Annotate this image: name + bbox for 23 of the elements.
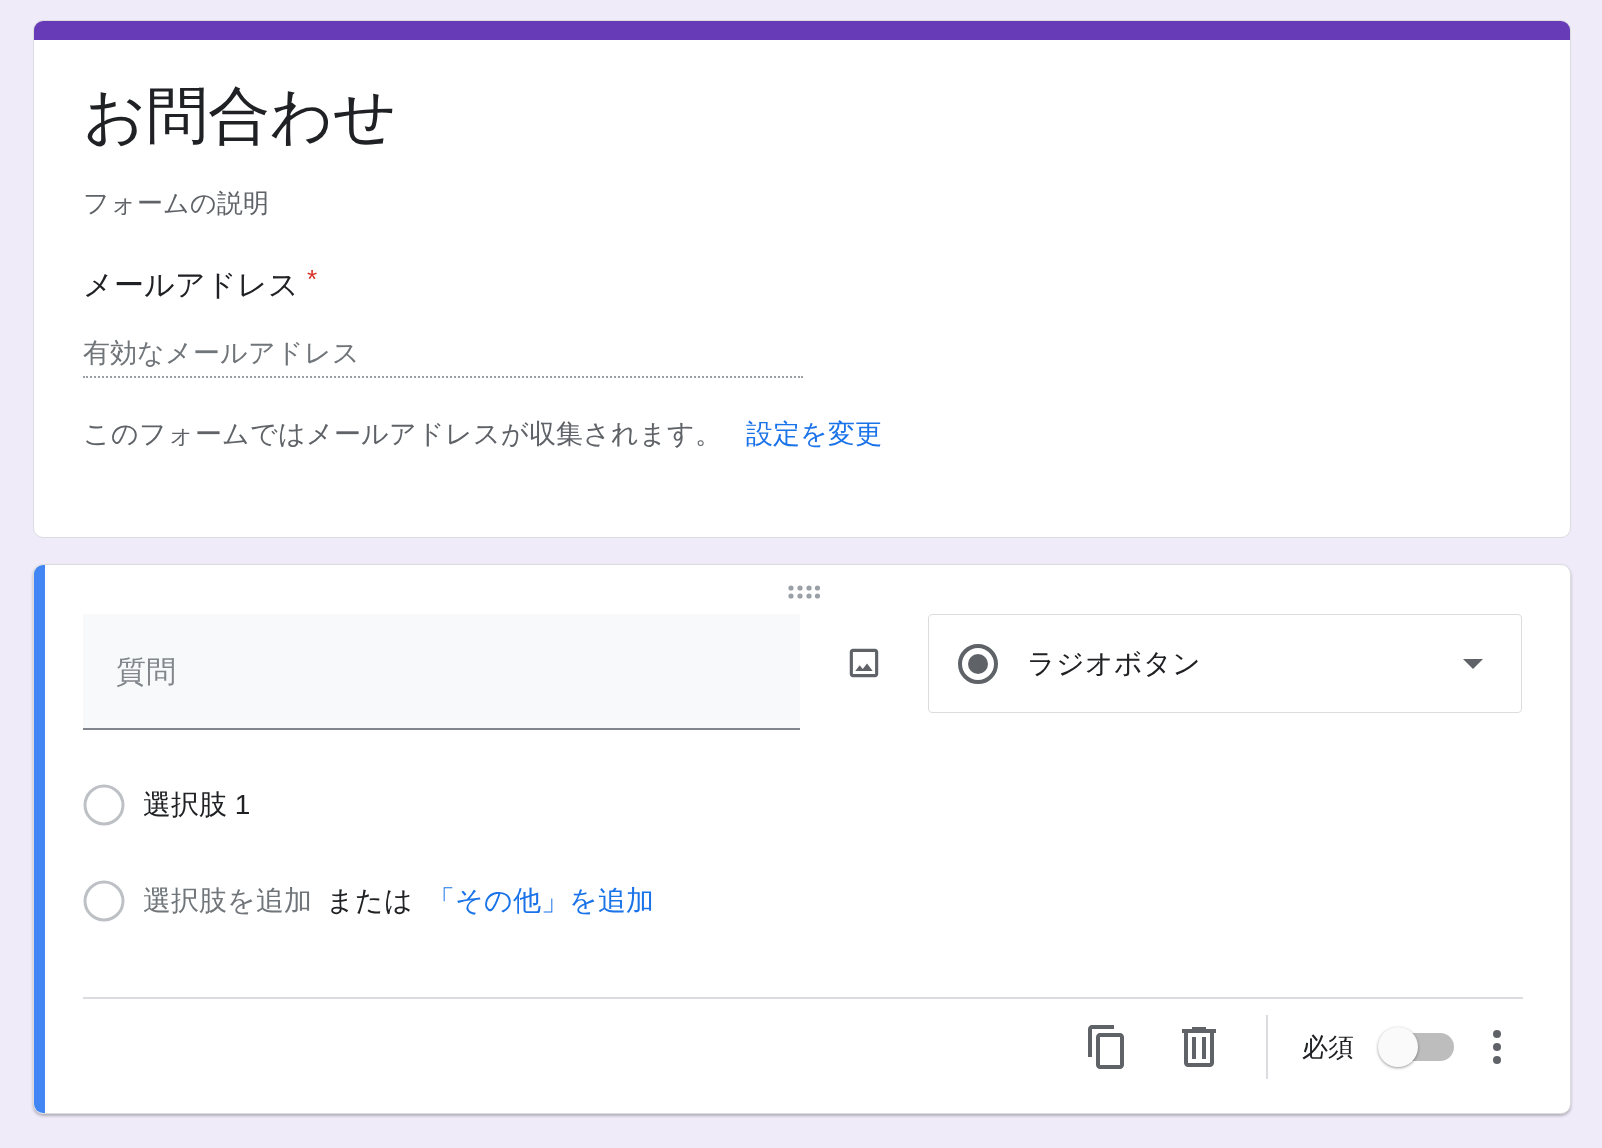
form-title[interactable]: お問合わせ	[83, 78, 1570, 154]
delete-icon[interactable]	[1182, 1027, 1216, 1067]
radio-circle-icon	[83, 784, 125, 826]
radio-circle-icon	[83, 880, 125, 922]
radio-button-icon	[957, 642, 1000, 685]
email-input-field[interactable]: 有効なメールアドレス	[83, 330, 803, 378]
add-other-link[interactable]: 「その他」を追加	[427, 880, 654, 922]
add-option-field[interactable]: 選択肢を追加	[143, 880, 312, 922]
required-label: 必須	[1302, 1030, 1354, 1064]
question-label: メールアドレス	[83, 267, 299, 303]
or-text: または	[326, 884, 413, 918]
more-options-icon[interactable]	[1492, 1030, 1502, 1064]
form-description-field[interactable]: フォームの説明	[83, 186, 269, 220]
collection-notice: このフォームではメールアドレスが収集されます。	[83, 418, 722, 451]
change-settings-link[interactable]: 設定を変更	[746, 414, 882, 455]
copy-icon[interactable]	[1086, 1025, 1126, 1069]
required-toggle[interactable]	[1378, 1025, 1454, 1069]
question-type-dropdown[interactable]: ラジオボタン	[928, 614, 1522, 713]
option-label[interactable]: 選択肢 1	[143, 784, 251, 826]
caret-icon	[1463, 658, 1483, 669]
question-input-field[interactable]: 質問	[83, 614, 801, 730]
required-asterisk: *	[307, 266, 318, 292]
drag-handle-icon[interactable]	[788, 585, 820, 599]
